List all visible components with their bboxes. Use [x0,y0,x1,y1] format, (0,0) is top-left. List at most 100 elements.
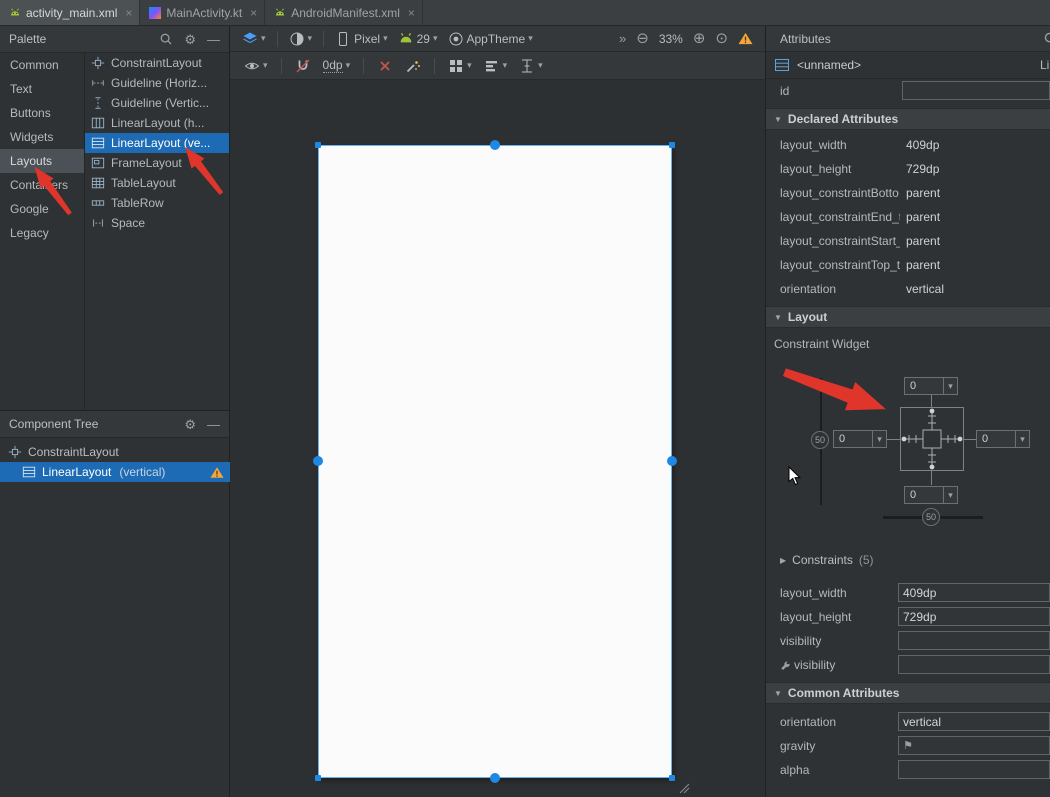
android-icon [274,7,286,19]
theme-selector[interactable]: AppTheme ▾ [444,29,537,49]
constraint-widget[interactable] [900,407,964,471]
margin-bottom-dropdown[interactable]: 0 ▾ [904,486,958,504]
visibility-input[interactable] [898,631,1050,650]
guideline-vertical-icon [91,96,105,110]
palette-panel: Palette ⚙ — Common Text Buttons Widgets … [0,26,230,410]
pack-button[interactable]: ▾ [444,56,476,76]
search-icon[interactable] [1043,31,1050,46]
section-layout[interactable]: ▼ Layout [766,306,1050,328]
align-button[interactable]: ▾ [480,56,512,76]
selection-handle-top-right[interactable] [669,142,675,148]
palette-item-space[interactable]: Space [85,213,229,233]
orientation-icon [289,31,305,47]
category-containers[interactable]: Containers [0,173,84,197]
zoom-out-button[interactable]: ⊖ [632,29,653,48]
autoconnect-button[interactable] [291,56,315,76]
close-icon[interactable]: × [408,7,415,19]
palette-item-constraintlayout[interactable]: ConstraintLayout [85,53,229,73]
selection-handle-top-left[interactable] [315,142,321,148]
search-icon[interactable] [159,32,173,46]
design-mode-button[interactable]: ▾ [238,29,270,49]
tree-item-constraintlayout[interactable]: ConstraintLayout [0,442,230,462]
section-constraints[interactable]: ▶ Constraints (5) [766,548,1050,572]
id-input[interactable] [902,81,1050,100]
default-margins-button[interactable]: 0dp ▾ [319,56,355,75]
palette-item-list: ConstraintLayout Guideline (Horiz... Gui… [85,53,229,409]
tab-mainactivity-kt[interactable]: MainActivity.kt × [140,0,265,25]
selection-handle-bottom-right[interactable] [669,775,675,781]
canvas-resize-handle[interactable] [678,782,690,794]
margin-top-dropdown[interactable]: 0 ▾ [904,377,958,395]
margin-left-dropdown[interactable]: 0 ▾ [833,430,887,448]
palette-item-tablerow[interactable]: TableRow [85,193,229,213]
palette-item-framelayout[interactable]: FrameLayout [85,153,229,173]
palette-item-linearlayout-horizontal[interactable]: LinearLayout (h... [85,113,229,133]
tab-androidmanifest-xml[interactable]: AndroidManifest.xml × [265,0,423,25]
design-surface: ▾ ▾ Pixel ▾ 29 ▾ AppTheme ▾ » ⊖ 33% ⊕ ⊙ [230,26,765,797]
view-options-button[interactable]: ▾ [240,56,272,76]
category-google[interactable]: Google [0,197,84,221]
close-icon[interactable]: × [250,7,257,19]
category-common[interactable]: Common [0,53,84,77]
attribute-row: layout_width 409dp [766,133,1050,157]
tree-item-linearlayout-vertical[interactable]: LinearLayout(vertical) [0,462,230,482]
category-widgets[interactable]: Widgets [0,125,84,149]
infer-constraints-button[interactable] [401,56,425,76]
constraint-anchor-right[interactable] [667,456,677,466]
horizontal-bias-badge[interactable]: 50 [922,508,940,526]
gravity-input[interactable]: ⚑ [898,736,1050,755]
margin-right-dropdown[interactable]: 0 ▾ [976,430,1030,448]
mouse-cursor [788,466,801,486]
zoom-fit-button[interactable]: ⊙ [711,29,732,48]
attribute-row-alpha: alpha [766,758,1050,782]
kotlin-icon [149,7,161,19]
flag-icon: ⚑ [903,739,913,752]
selection-handle-bottom-left[interactable] [315,775,321,781]
orientation-button[interactable]: ▾ [285,29,317,49]
warnings-button[interactable] [734,30,757,47]
chevron-down-icon: ▾ [948,382,953,391]
magnet-off-icon [295,58,311,74]
category-text[interactable]: Text [0,77,84,101]
constraint-anchor-left[interactable] [313,456,323,466]
palette-item-guideline-horizontal[interactable]: Guideline (Horiz... [85,73,229,93]
phone-icon [335,31,351,47]
category-buttons[interactable]: Buttons [0,101,84,125]
orientation-input[interactable]: vertical [898,712,1050,731]
wrench-icon [780,660,791,671]
tools-visibility-input[interactable] [898,655,1050,674]
minimize-icon[interactable]: — [207,418,220,431]
clear-constraints-button[interactable] [373,56,397,76]
selected-component-row[interactable]: <unnamed> Li [766,52,1050,79]
guidelines-button[interactable]: ▾ [515,56,547,76]
alpha-input[interactable] [898,760,1050,779]
palette-item-guideline-vertical[interactable]: Guideline (Vertic... [85,93,229,113]
zoom-in-button[interactable]: ⊕ [689,29,710,48]
device-selector[interactable]: Pixel ▾ [331,29,392,49]
design-canvas[interactable] [230,80,765,797]
section-common-attributes[interactable]: ▼ Common Attributes [766,682,1050,704]
close-icon[interactable]: × [125,7,132,19]
minimize-icon[interactable]: — [207,33,220,46]
layout-width-input[interactable]: 409dp [898,583,1050,602]
constraint-anchor-bottom[interactable] [490,773,500,783]
layout-height-input[interactable]: 729dp [898,607,1050,626]
attribute-row: orientation vertical [766,277,1050,301]
attributes-header: Attributes [766,26,1050,52]
palette-item-tablelayout[interactable]: TableLayout [85,173,229,193]
tab-label: MainActivity.kt [166,6,242,20]
gear-icon[interactable]: ⚙ [184,418,196,431]
category-layouts[interactable]: Layouts [0,149,84,173]
toolbar-overflow-button[interactable]: » [615,29,630,48]
vertical-bias-badge[interactable]: 50 [811,431,829,449]
api-selector[interactable]: 29 ▾ [394,29,442,49]
gear-icon[interactable]: ⚙ [184,33,196,46]
device-artboard[interactable] [318,145,672,778]
zoom-level[interactable]: 33% [655,30,687,48]
constraint-anchor-top[interactable] [490,140,500,150]
section-declared-attributes[interactable]: ▼ Declared Attributes [766,108,1050,130]
palette-item-linearlayout-vertical[interactable]: LinearLayout (ve... [85,133,229,153]
category-legacy[interactable]: Legacy [0,221,84,245]
attribute-row-layout-height: layout_height 729dp [766,605,1050,629]
tab-activity-main-xml[interactable]: activity_main.xml × [0,0,140,25]
